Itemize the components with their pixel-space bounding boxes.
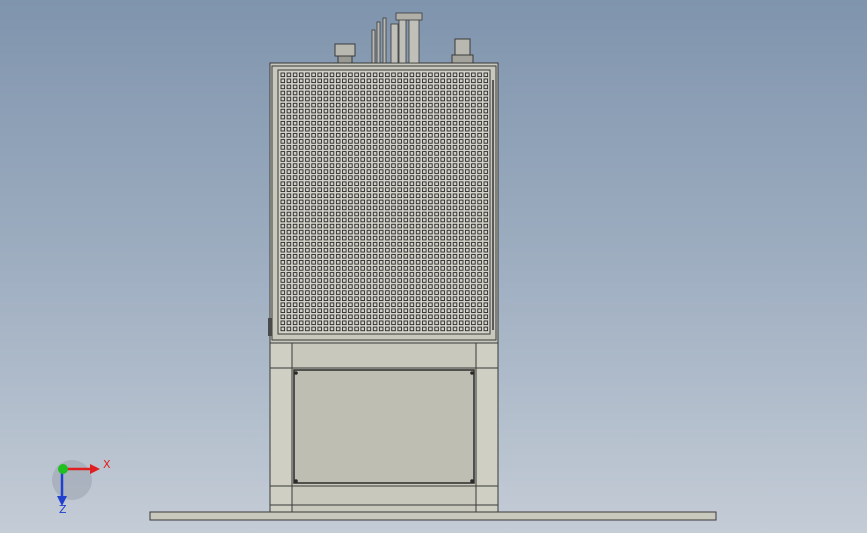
x-axis-label: X	[103, 458, 111, 471]
top-component-pipes	[371, 12, 423, 64]
z-axis-label: Z	[59, 503, 67, 516]
lower-cabinet	[269, 342, 499, 513]
base-plate	[149, 511, 717, 521]
top-component-gland	[451, 38, 474, 64]
y-axis-icon	[58, 464, 68, 474]
x-axis-arrow-icon	[90, 464, 100, 474]
orientation-triad: X Z	[52, 458, 111, 516]
access-panel	[293, 369, 475, 484]
3d-viewport[interactable]: X Z	[0, 0, 867, 533]
model-drawing: X Z	[52, 12, 717, 521]
top-component-cap	[334, 43, 356, 64]
